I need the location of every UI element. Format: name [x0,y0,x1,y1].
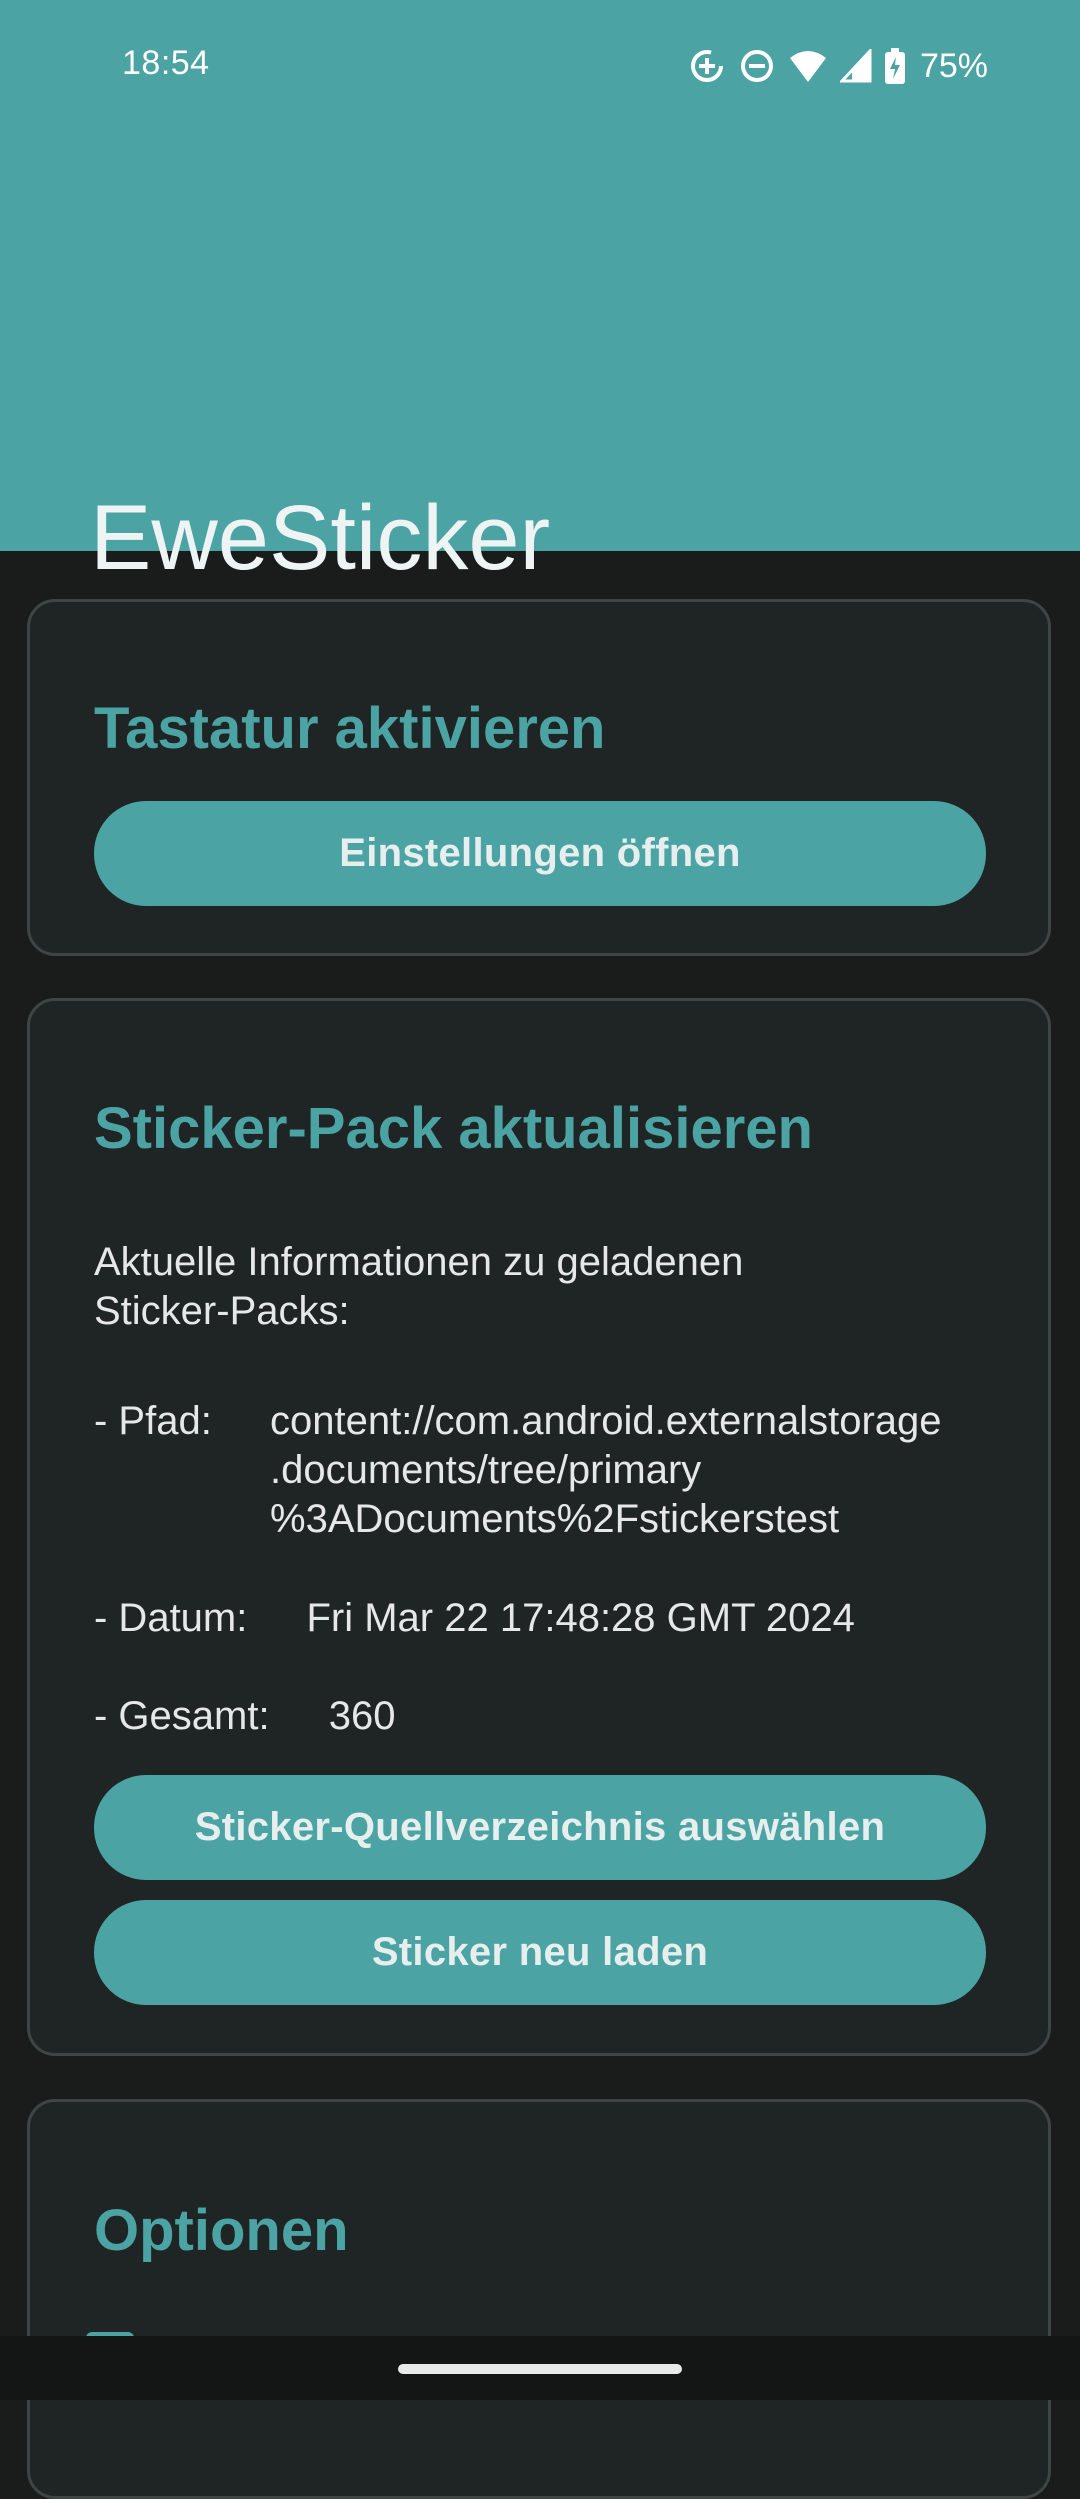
app-bar: 18:54 75% EweSticker [0,0,1080,589]
home-gesture-handle[interactable] [398,2364,682,2374]
sticker-pack-info-intro: Aktuelle Informationen zu geladenen Stic… [94,1240,744,1333]
total-value: 360 [328,1694,396,1738]
options-card: Optionen [27,2099,1051,2499]
signal-icon [839,49,872,83]
open-settings-button[interactable]: Einstellungen öffnen [94,801,986,906]
reload-stickers-button[interactable]: Sticker neu laden [94,1900,986,2005]
battery-percentage: 75% [919,46,988,85]
date-label: - Datum: [94,1596,248,1640]
status-time: 18:54 [122,44,210,82]
battery-charging-icon [884,47,906,85]
data-saver-icon [688,47,726,85]
path-label: - Pfad: [94,1399,212,1443]
status-icons: 75% [688,44,988,88]
choose-sticker-directory-button[interactable]: Sticker-Quellverzeichnis auswählen [94,1775,986,1880]
options-card-title: Optionen [94,2198,349,2263]
total-label: - Gesamt: [94,1694,270,1738]
wifi-icon [788,48,828,84]
date-value: Fri Mar 22 17:48:28 GMT 2024 [306,1596,855,1640]
status-bar: 18:54 75% [0,0,1080,130]
path-value: content://com.android.externalstorage .d… [270,1399,942,1541]
app-title: EweSticker [90,486,551,589]
keyboard-card: Tastatur aktivieren Einstellungen öffnen [27,599,1051,956]
do-not-disturb-icon [738,47,776,85]
sticker-pack-card-title: Sticker-Pack aktualisieren [94,1096,813,1161]
date-row: - Datum: Fri Mar 22 17:48:28 GMT 2024 [94,1594,855,1643]
keyboard-card-title: Tastatur aktivieren [94,696,606,761]
total-row: - Gesamt: 360 [94,1692,395,1741]
sticker-pack-card: Sticker-Pack aktualisieren Aktuelle Info… [27,998,1051,2056]
